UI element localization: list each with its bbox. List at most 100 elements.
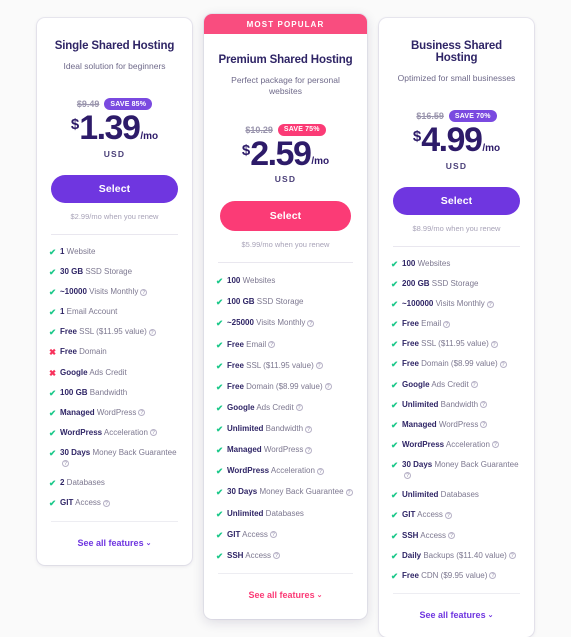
info-icon[interactable]: ? (295, 404, 303, 412)
feature-item: ✔ GIT Access? (391, 510, 522, 521)
feature-text: 30 Days Money Back Guarantee? (227, 487, 355, 497)
check-icon: ✔ (391, 278, 399, 289)
feature-item: ✔ WordPress Acceleration? (49, 428, 180, 439)
feature-detail: SSL ($11.95 value) (243, 360, 314, 370)
feature-item: ✔ ~25000 Visits Monthly? (216, 318, 355, 329)
info-icon[interactable]: ? (273, 552, 281, 560)
info-icon[interactable]: ? (148, 328, 156, 336)
feature-highlight: Free (60, 347, 77, 357)
select-button[interactable]: Select (393, 186, 520, 215)
info-icon[interactable]: ? (345, 488, 353, 496)
see-all-features-link[interactable]: See all features ⌄ (78, 538, 152, 548)
info-icon[interactable]: ? (324, 383, 332, 391)
original-price: $10.29 (245, 124, 273, 135)
see-all-features-link[interactable]: See all features ⌄ (249, 590, 323, 600)
feature-detail: Domain ($8.99 value) (243, 381, 323, 391)
info-icon[interactable]: ? (508, 552, 516, 560)
feature-highlight: Free (402, 339, 419, 349)
feature-detail: Money Back Guarantee (257, 487, 344, 497)
feature-detail: Visits Monthly (253, 318, 306, 328)
check-icon: ✔ (391, 419, 399, 430)
check-icon: ✔ (391, 490, 399, 501)
info-icon[interactable]: ? (102, 499, 110, 507)
feature-item: ✔ Managed WordPress? (49, 408, 180, 419)
current-price: $2.59/mo (204, 137, 367, 171)
info-icon[interactable]: ? (486, 300, 494, 308)
info-icon[interactable]: ? (470, 381, 478, 389)
info-icon[interactable]: ? (443, 320, 451, 328)
feature-item: ✔ Managed WordPress? (216, 445, 355, 456)
feature-detail: Email (243, 339, 267, 349)
feature-detail: Backups ($11.40 value) (421, 550, 507, 560)
check-icon: ✔ (391, 339, 399, 350)
check-icon: ✔ (49, 266, 57, 277)
feature-text: Free SSL ($11.95 value)? (227, 361, 355, 371)
info-icon[interactable]: ? (307, 319, 315, 327)
divider (393, 593, 520, 595)
info-icon[interactable]: ? (315, 362, 323, 370)
feature-item: ✔ 100 Websites (216, 276, 355, 287)
info-icon[interactable]: ? (268, 341, 276, 349)
feature-highlight: GIT (60, 498, 74, 508)
feature-highlight: 30 Days (227, 487, 258, 497)
feature-item: ✔ 1 Email Account (49, 307, 180, 318)
check-icon: ✔ (49, 448, 57, 459)
feature-text: 1 Email Account (60, 307, 180, 317)
check-icon: ✔ (391, 550, 399, 561)
info-icon[interactable]: ? (149, 429, 157, 437)
info-icon[interactable]: ? (444, 511, 452, 519)
feature-detail: Websites (415, 258, 451, 268)
feature-detail: Domain ($8.99 value) (418, 359, 498, 369)
info-icon[interactable]: ? (138, 409, 146, 417)
info-icon[interactable]: ? (269, 531, 277, 539)
feature-text: 30 Days Money Back Guarantee? (402, 460, 522, 481)
feature-list: ✔ 100 Websites ✔ 100 GB SSD Storage ✔ ~25000 … (204, 263, 367, 561)
feature-item: ✔ Unlimited Bandwidth? (216, 424, 355, 435)
feature-highlight: WordPress (60, 427, 103, 437)
info-icon[interactable]: ? (491, 441, 499, 449)
see-all-label: See all features (248, 590, 315, 601)
see-all-wrap: See all features ⌄ (379, 581, 534, 623)
info-icon[interactable]: ? (499, 360, 507, 368)
feature-item: ✔ Free SSL ($11.95 value)? (391, 339, 522, 350)
select-button[interactable]: Select (51, 174, 178, 203)
see-all-features-link[interactable]: See all features ⌄ (420, 610, 494, 620)
info-icon[interactable]: ? (316, 467, 324, 475)
most-popular-badge: MOST POPULAR (204, 14, 367, 34)
feature-detail: CDN ($9.95 value) (418, 570, 488, 580)
currency-code: USD (274, 174, 297, 185)
feature-text: Unlimited Bandwidth? (227, 424, 355, 434)
info-icon[interactable]: ? (140, 288, 148, 296)
info-icon[interactable]: ? (305, 425, 313, 433)
check-icon: ✔ (391, 379, 399, 390)
info-icon[interactable]: ? (448, 532, 456, 540)
feature-detail: Acceleration (102, 427, 148, 437)
check-icon: ✔ (216, 487, 224, 498)
info-icon[interactable]: ? (480, 421, 488, 429)
feature-item: ✔ SSH Access? (391, 531, 522, 542)
feature-text: WordPress Acceleration? (402, 440, 522, 450)
info-icon[interactable]: ? (62, 459, 69, 467)
info-icon[interactable]: ? (305, 446, 313, 454)
feature-text: Free Email? (227, 340, 355, 350)
feature-highlight: Daily (402, 550, 422, 560)
divider (51, 521, 178, 523)
feature-highlight: Google (227, 402, 255, 412)
feature-text: 30 GB SSD Storage (60, 267, 180, 277)
info-icon[interactable]: ? (480, 401, 488, 409)
info-icon[interactable]: ? (489, 572, 497, 580)
feature-detail: Email Account (64, 307, 118, 317)
feature-text: SSH Access? (227, 551, 355, 561)
check-icon: ✔ (391, 439, 399, 450)
check-icon: ✔ (49, 307, 57, 318)
feature-detail: Visits Monthly (86, 287, 139, 297)
info-icon[interactable]: ? (490, 340, 498, 348)
feature-item: ✔ 200 GB SSD Storage (391, 279, 522, 290)
select-button[interactable]: Select (220, 201, 351, 232)
info-icon[interactable]: ? (404, 471, 411, 479)
feature-highlight: 100 (402, 258, 416, 268)
feature-highlight: Free (402, 359, 419, 369)
feature-detail: Money Back Guarantee (90, 448, 177, 458)
feature-text: GIT Access? (227, 530, 355, 540)
feature-detail: Bandwidth (438, 399, 479, 409)
